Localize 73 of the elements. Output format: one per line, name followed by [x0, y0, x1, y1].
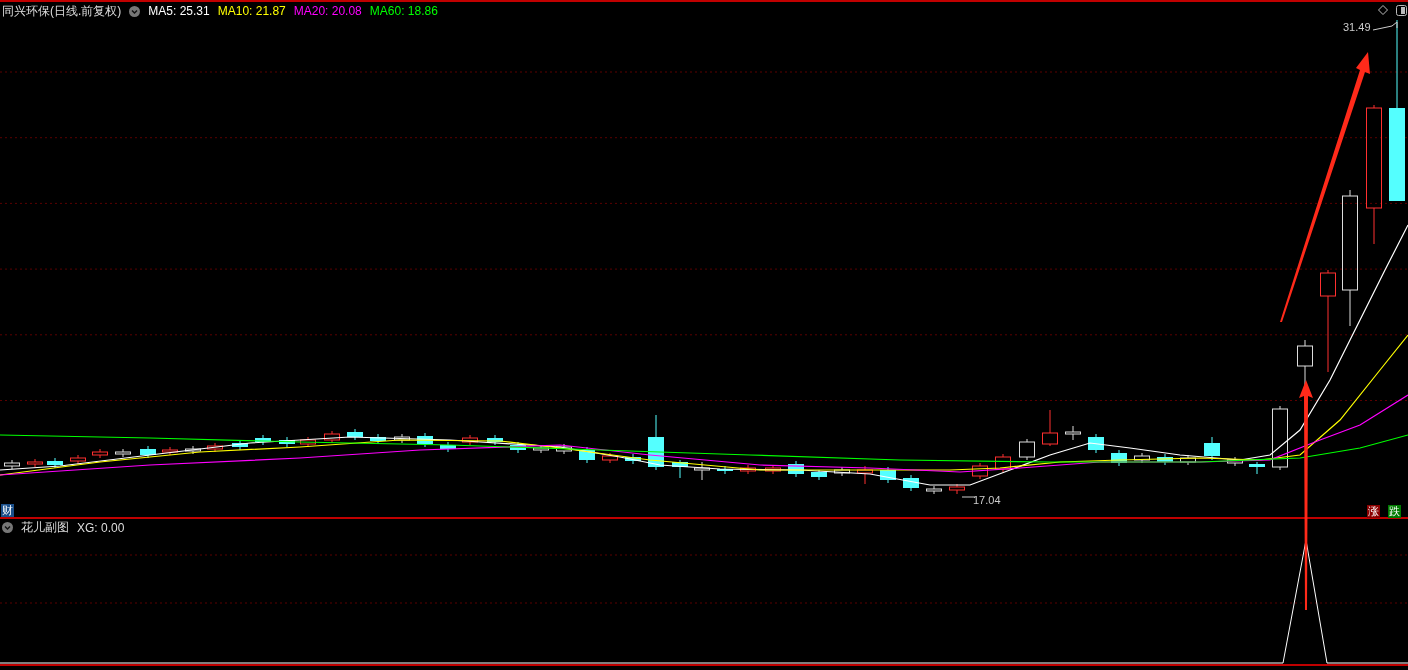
candlestick — [811, 469, 827, 481]
candlestick — [972, 462, 988, 480]
candlestick — [1111, 449, 1127, 467]
candlestick — [232, 439, 248, 451]
candlestick — [417, 432, 433, 448]
candlestick — [1065, 425, 1081, 441]
candlestick — [625, 453, 641, 465]
diamond-icon[interactable] — [1378, 5, 1388, 15]
candlestick — [255, 434, 271, 446]
candlestick — [207, 442, 223, 453]
candlestick — [903, 474, 919, 492]
moving-average-value: MA5: 25.31 — [148, 4, 210, 18]
candlestick — [70, 454, 86, 465]
candlestick — [556, 443, 572, 455]
finance-badge[interactable]: 财 — [1, 504, 14, 517]
candlestick — [672, 459, 688, 479]
candlestick — [1204, 436, 1220, 461]
candlestick — [880, 466, 896, 484]
candlestick — [394, 433, 410, 444]
candlestick — [1272, 405, 1288, 471]
candlestick — [1088, 433, 1104, 454]
candlestick — [949, 483, 965, 495]
candlestick — [440, 441, 456, 453]
dropdown-icon[interactable] — [2, 522, 13, 533]
candlestick — [1134, 452, 1150, 464]
candlestick — [694, 461, 710, 481]
candlestick — [92, 448, 108, 459]
moving-average-value: MA20: 20.08 — [293, 4, 362, 18]
subchart-title: 花儿副图 — [21, 519, 69, 536]
panel-toggle-icon[interactable] — [1396, 5, 1407, 16]
moving-average-value: MA60: 18.86 — [369, 4, 438, 18]
candlestick — [926, 485, 942, 495]
candlestick — [1157, 453, 1173, 466]
rise-badge[interactable]: 涨 — [1367, 505, 1380, 518]
candlestick — [162, 446, 178, 456]
candlestick — [1180, 454, 1196, 466]
candlestick — [300, 436, 316, 448]
candlestick — [27, 458, 43, 468]
dropdown-icon[interactable] — [129, 5, 141, 17]
low-price-label: 17.04 — [973, 494, 1001, 506]
candlestick — [648, 414, 664, 471]
candlestick — [765, 464, 781, 475]
candlestick — [740, 464, 756, 475]
candlestick — [788, 460, 804, 478]
candlestick — [1249, 461, 1265, 475]
candlestick — [857, 465, 873, 485]
fall-badge[interactable]: 跌 — [1388, 505, 1401, 518]
leader-line — [961, 496, 976, 498]
chart-title: 同兴环保(日线.前复权) — [2, 2, 122, 20]
candlestick — [533, 444, 549, 454]
candlestick — [1019, 438, 1035, 461]
candlestick — [279, 436, 295, 448]
candlestick — [324, 430, 340, 444]
candlestick — [487, 434, 503, 446]
candlestick — [47, 457, 63, 469]
candlestick — [1227, 456, 1243, 467]
candlestick — [185, 445, 201, 455]
candlestick — [717, 465, 733, 475]
candlestick — [1297, 339, 1313, 386]
candlestick — [4, 459, 20, 470]
candlestick — [140, 445, 156, 459]
moving-average-value: MA10: 21.87 — [217, 4, 286, 18]
candlestick — [995, 453, 1011, 473]
candlestick — [347, 428, 363, 441]
candlestick — [462, 434, 478, 446]
high-price-label: 31.49 — [1343, 21, 1371, 33]
leader-line — [1372, 21, 1398, 31]
candlestick — [1042, 409, 1058, 447]
candlestick — [834, 466, 850, 477]
candlestick — [602, 452, 618, 464]
candlestick — [370, 433, 386, 445]
indicator-value: XG: 0.00 — [77, 520, 125, 535]
candlestick — [115, 448, 131, 458]
